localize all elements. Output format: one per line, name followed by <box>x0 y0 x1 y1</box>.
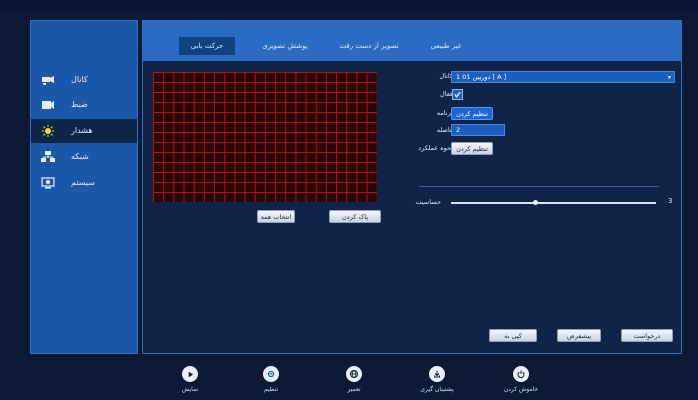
backup-icon <box>429 366 445 382</box>
tab-video-loss[interactable]: تصویر از دست رفت <box>329 37 409 55</box>
content-area: انتخاب همه پاک کردن کانال 1 دوربین 01 [ … <box>143 61 681 353</box>
divider <box>419 186 659 187</box>
settings-icon <box>263 366 279 382</box>
sensitivity-slider[interactable] <box>451 202 656 204</box>
nav-label: نمایش <box>181 386 199 393</box>
motion-grid-lines <box>153 72 377 202</box>
sidebar-item-channel[interactable]: کانال <box>31 68 137 92</box>
motion-grid[interactable] <box>153 72 377 202</box>
clear-button[interactable]: پاک کردن <box>329 210 381 223</box>
play-icon <box>182 366 198 382</box>
enable-label: فعال <box>440 90 453 98</box>
nav-label: خاموش کردن <box>503 386 539 393</box>
sensitivity-value: 3 <box>668 197 673 205</box>
sensitivity-slider-handle[interactable] <box>533 200 538 205</box>
chevron-down-icon: ▾ <box>667 74 671 81</box>
nav-backup[interactable]: پشتیبان گیری <box>407 366 467 393</box>
schedule-label: برنامه <box>436 109 453 117</box>
top-band <box>0 0 698 12</box>
channel-label: کانال <box>439 72 453 80</box>
network-icon <box>41 151 55 162</box>
sidebar-item-label: سیستم <box>71 178 95 187</box>
nav-power[interactable]: خاموش کردن <box>491 366 551 393</box>
sidebar-item-record[interactable]: ضبط <box>31 93 137 117</box>
sidebar-item-label: ضبط <box>71 100 88 109</box>
tab-motion-detection[interactable]: حرکت یابی <box>179 37 235 55</box>
nav-label: پشتیبان گیری <box>420 386 454 393</box>
nav-repair[interactable]: تعمیر <box>324 366 384 393</box>
sidebar-item-network[interactable]: شبکه <box>31 145 137 169</box>
channel-select[interactable]: 1 دوربین 01 [ A ] ▾ <box>451 71 675 83</box>
nav-label: تعمیر <box>347 386 361 393</box>
alarm-icon <box>42 125 54 137</box>
nav-label: تنظیم <box>263 386 279 393</box>
power-icon <box>513 366 529 382</box>
channel-select-value: 1 دوربین 01 [ A ] <box>456 73 507 81</box>
schedule-set-button[interactable]: تنظیم کردن <box>451 107 493 120</box>
record-icon <box>42 101 54 109</box>
sensitivity-label: حساسیت <box>415 198 441 206</box>
nav-settings[interactable]: تنظیم <box>241 366 301 393</box>
sidebar-item-alarm[interactable]: هشدار <box>31 119 137 143</box>
sidebar-item-system[interactable]: سیستم <box>31 171 137 195</box>
interval-label: فاصله <box>436 126 453 134</box>
enable-checkbox[interactable] <box>452 89 463 100</box>
select-all-button[interactable]: انتخاب همه <box>257 210 295 223</box>
sidebar-item-label: هشدار <box>71 126 93 135</box>
default-button[interactable]: پیشفرض <box>557 329 601 342</box>
main-panel: حرکت یابی پوشش تصویری تصویر از دست رفت غ… <box>142 20 682 354</box>
sidebar-item-label: شبکه <box>71 152 89 161</box>
sidebar: کانال ضبط هشدار شبکه سیستم <box>30 20 138 354</box>
system-icon <box>41 177 55 189</box>
copy-to-button[interactable]: کپی به <box>489 329 537 342</box>
tab-bar: حرکت یابی پوشش تصویری تصویر از دست رفت غ… <box>143 21 681 61</box>
request-button[interactable]: درخواست <box>621 329 673 342</box>
action-label: نحوه عملکرد <box>418 144 453 152</box>
interval-input[interactable]: 2 <box>451 124 505 136</box>
check-icon <box>454 91 461 98</box>
tab-video-mask[interactable]: پوشش تصویری <box>247 37 323 55</box>
sidebar-item-label: کانال <box>71 75 88 84</box>
camera-icon <box>42 76 54 85</box>
globe-icon <box>346 366 362 382</box>
nav-view[interactable]: نمایش <box>160 366 220 393</box>
tab-abnormal[interactable]: غیر طبیعی <box>411 37 481 55</box>
action-set-button[interactable]: تنظیم کردن <box>451 142 493 155</box>
